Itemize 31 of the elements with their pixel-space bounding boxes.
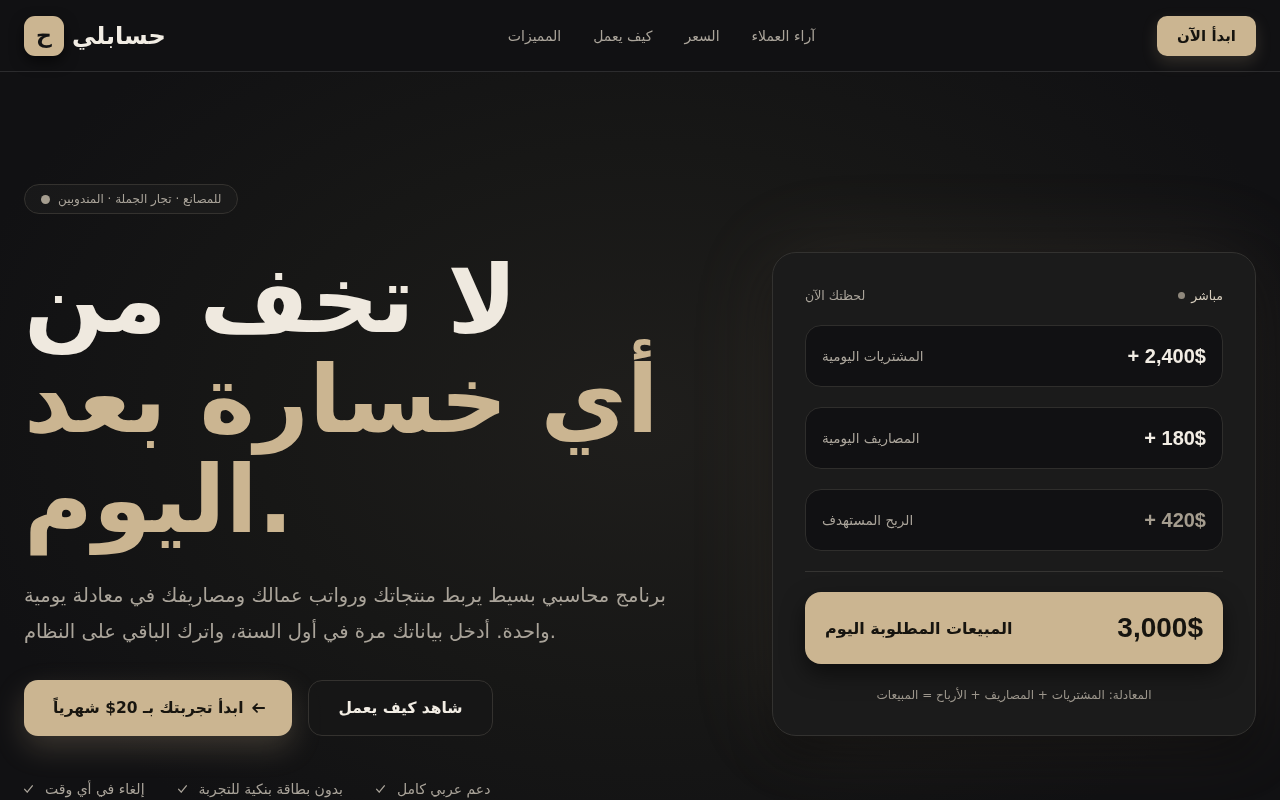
- arrow-left-icon: [252, 703, 266, 713]
- formula-text: المعادلة: المشتريات + المصاريف + الأرباح = المبيعات: [875, 688, 1153, 702]
- nav-link[interactable]: المميزات: [507, 27, 562, 44]
- hero-description: برنامج محاسبي بسيط يربط منتجاتك ورواتب عمالك ومصاريفك في معادلة يومية واحدة. أدخل بياناتك مرة في أول السنة، واترك الباقي على النظام.: [24, 583, 668, 645]
- status-dot-icon: [1178, 291, 1186, 299]
- start-now-button[interactable]: ابدأ الآن: [1157, 15, 1256, 56]
- check-icon: [375, 785, 385, 793]
- status-text: مباشر: [1191, 287, 1223, 303]
- row-label: المشتريات اليومية: [822, 348, 924, 364]
- dot-icon: [41, 194, 50, 204]
- brand-name[interactable]: حسابلي: [72, 21, 166, 50]
- row-label: المصاريف اليومية: [822, 430, 920, 446]
- logo-mark: ح: [24, 15, 64, 56]
- check-icon: [177, 785, 187, 793]
- row-value: + 180$: [1144, 426, 1206, 450]
- how-it-works-button[interactable]: شاهد كيف يعمل: [308, 680, 493, 736]
- audience-text: للمصانع · تجار الجملة · المندوبين: [58, 192, 222, 206]
- nav-link[interactable]: السعر: [684, 27, 720, 44]
- row-value: + 2,400$: [1127, 344, 1206, 368]
- perk-text: إلغاء في أي وقت: [45, 780, 145, 798]
- check-icon: [24, 785, 33, 793]
- nav-link[interactable]: كيف يعمل: [593, 27, 653, 44]
- perk-text: دعم عربي كامل: [396, 780, 491, 798]
- total-value: 3,000$: [1117, 612, 1203, 644]
- nav-link[interactable]: آراء العملاء: [751, 27, 816, 44]
- total-label: المبيعات المطلوبة اليوم: [825, 618, 1013, 638]
- row-value: + 420$: [1144, 508, 1206, 532]
- card-title: لحظتك الآن: [805, 287, 866, 303]
- start-trial-button[interactable]: ابدأ تجربتك بـ 20$ شهرياً: [24, 680, 293, 736]
- row-label: الربح المستهدف: [822, 512, 914, 528]
- perk-text: بدون بطاقة بنكية للتجربة: [198, 780, 343, 798]
